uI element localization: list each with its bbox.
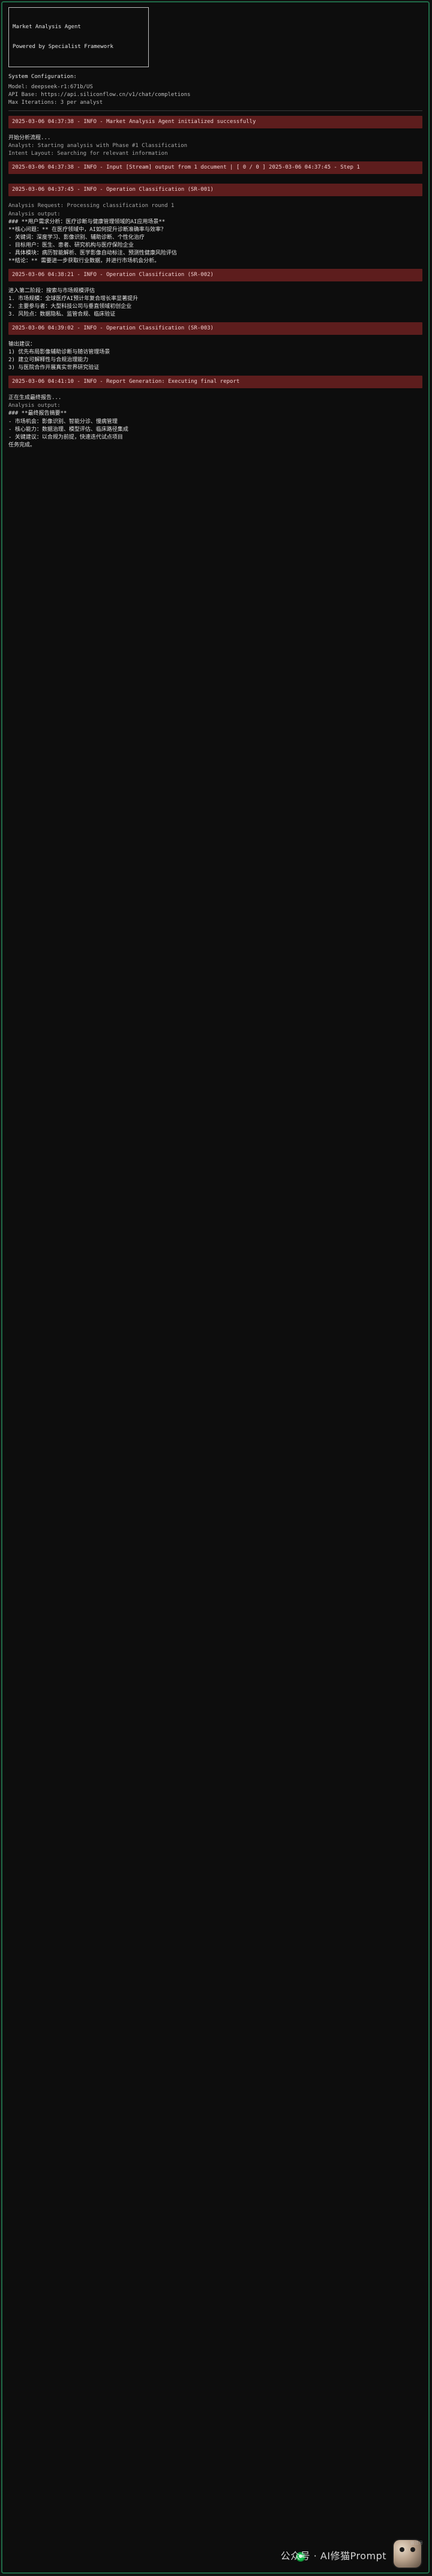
log-line: - 目标用户：医生、患者、研究机构与医疗保险企业 bbox=[8, 242, 134, 248]
divider bbox=[8, 110, 422, 112]
log-line: **核心问题：** 在医疗领域中，AI如何提升诊断准确率与效率？ bbox=[8, 226, 166, 233]
cat-mascot-icon bbox=[394, 2540, 421, 2568]
terminal-scroll-area[interactable]: Market Analysis Agent Powered by Special… bbox=[8, 7, 422, 2539]
terminal-frame: Market Analysis Agent Powered by Special… bbox=[1, 1, 430, 2574]
log-line: Analyst: Starting analysis with Phase #1… bbox=[8, 143, 188, 149]
banner-line-2: Powered by Specialist Framework bbox=[13, 44, 113, 50]
log-line: ### **用户需求分析：医疗诊断与健康管理领域的AI应用场景** bbox=[8, 218, 166, 225]
log-gap bbox=[8, 178, 422, 180]
log-line: Analysis output: bbox=[8, 403, 61, 409]
log-line: Analysis output: bbox=[8, 211, 61, 217]
log-line: 任务完成。 bbox=[8, 442, 36, 448]
banner-line-1: Market Analysis Agent bbox=[13, 23, 81, 30]
log-line: - 核心能力：数据治理、模型评估、临床路径集成 bbox=[8, 426, 128, 433]
log-line: 正在生成最终报告... bbox=[8, 395, 62, 401]
log-line: 2025-03-06 04:37:45 - INFO - Operation C… bbox=[8, 184, 422, 197]
log-stream: 2025-03-06 04:37:38 - INFO - Market Anal… bbox=[8, 116, 422, 449]
log-line: 1) 优先布局影像辅助诊断与随访管理场景 bbox=[8, 349, 110, 356]
log-line: ### **最终报告摘要** bbox=[8, 410, 67, 417]
log-line: 2. 主要参与者：大型科技公司与垂直领域初创企业 bbox=[8, 303, 132, 310]
config-line-model: Model: deepseek-r1:671b/US bbox=[8, 84, 93, 91]
log-line: 3. 风险点：数据隐私、监管合规、临床验证 bbox=[8, 311, 116, 318]
log-line: **结论：** 需要进一步获取行业数据，并进行市场机会分析。 bbox=[8, 257, 160, 264]
log-line: 输出建议： bbox=[8, 341, 36, 348]
log-line: 开始分析流程... bbox=[8, 135, 51, 142]
terminal-window: Market Analysis Agent Powered by Special… bbox=[0, 0, 432, 2576]
log-line: 2025-03-06 04:39:02 - INFO - Operation C… bbox=[8, 322, 422, 335]
log-line: - 市场机会：影像识别、智能分诊、慢病管理 bbox=[8, 418, 118, 425]
log-line: 2) 建立可解释性与合规治理能力 bbox=[8, 357, 89, 364]
app-banner: Market Analysis Agent Powered by Special… bbox=[8, 7, 149, 67]
log-line: 进入第二阶段：搜索与市场规模评估 bbox=[8, 287, 95, 294]
log-line: - 关键建议：以合规为前提，快速迭代试点项目 bbox=[8, 434, 123, 440]
watermark-mini-text: 微信号 bbox=[410, 2540, 423, 2545]
wechat-icon bbox=[296, 2552, 305, 2562]
config-line-api-base: API Base: https://api.siliconflow.cn/v1/… bbox=[8, 92, 191, 98]
config-line-iterations: Max Iterations: 3 per analyst bbox=[8, 100, 103, 106]
bottom-spacer bbox=[8, 449, 422, 455]
log-line: - 关键词：深度学习、影像识别、辅助诊断、个性化治疗 bbox=[8, 234, 145, 241]
log-line: 2025-03-06 04:37:38 - INFO - Market Anal… bbox=[8, 116, 422, 129]
log-line: 2025-03-06 04:38:21 - INFO - Operation C… bbox=[8, 268, 422, 281]
log-line: 1. 市场规模：全球医疗AI预计年复合增长率显著提升 bbox=[8, 295, 139, 302]
log-line: Analysis Request: Processing classificat… bbox=[8, 203, 175, 209]
config-title: System Configuration: bbox=[8, 74, 77, 80]
log-line: Intent Layout: Searching for relevant in… bbox=[8, 151, 168, 157]
watermark-text: 公众号 · AI修猫Prompt bbox=[280, 2550, 386, 2562]
log-line: 2025-03-06 04:37:38 - INFO - Input [Stre… bbox=[8, 161, 422, 175]
log-line: 2025-03-06 04:41:10 - INFO - Report Gene… bbox=[8, 376, 422, 389]
watermark-area: 公众号 · AI修猫Prompt 微信号 bbox=[2, 2539, 428, 2572]
log-line: - 具体模块：病历智能解析、医学影像自动标注、预测性健康风险评估 bbox=[8, 250, 177, 256]
log-line: 3) 与医院合作开展真实世界研究验证 bbox=[8, 365, 100, 371]
